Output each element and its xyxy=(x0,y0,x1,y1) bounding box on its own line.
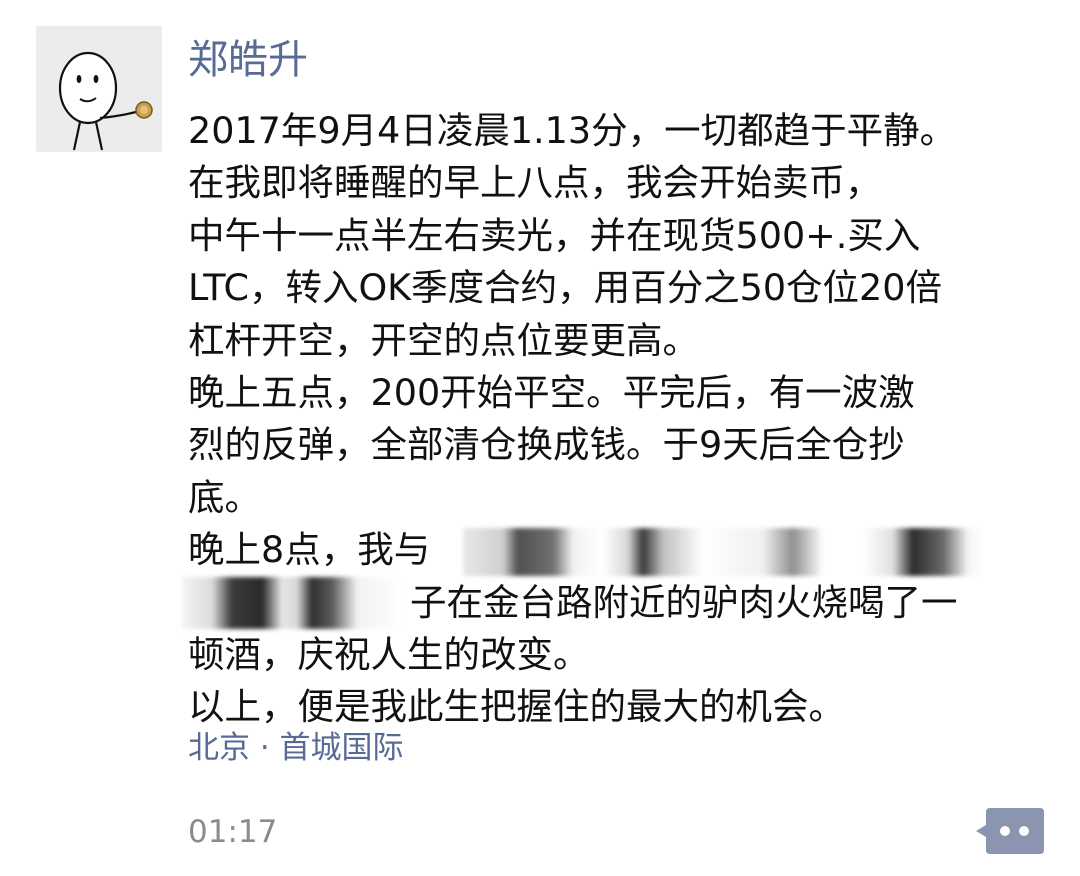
post-line-censored-1: 晚上8点，我与 xyxy=(188,524,1068,577)
post-line: 底。 xyxy=(188,475,261,519)
post-line: 杠杆开空，开空的点位要更高。 xyxy=(188,318,699,362)
post-timestamp: 01:17 xyxy=(188,814,278,850)
author-name[interactable]: 郑皓升 xyxy=(188,30,308,90)
post-line-text: 晚上8点，我与 xyxy=(188,528,431,572)
post-line: 烈的反弹，全部清仓换成钱。于9天后全仓抄 xyxy=(188,423,905,467)
post-line: 在我即将睡醒的早上八点，我会开始卖币， xyxy=(188,161,882,205)
post-line: 晚上五点，200开始平空。平完后，有一波激 xyxy=(188,370,915,414)
more-actions-button[interactable] xyxy=(976,808,1044,854)
author-avatar[interactable] xyxy=(36,26,162,152)
post-text: 2017年9月4日凌晨1.13分，一切都趋于平静。 在我即将睡醒的早上八点，我会… xyxy=(182,105,1068,734)
mosaic-redaction xyxy=(182,576,402,629)
post-line: 中午十一点半左右卖光，并在现货500+.买入 xyxy=(188,213,921,257)
post-line: LTC，转入OK季度合约，用百分之50仓位20倍 xyxy=(188,266,943,310)
post-line-censored-2: 子在金台路附近的驴肉火烧喝了一 xyxy=(182,576,1068,629)
post-line: 2017年9月4日凌晨1.13分，一切都趋于平静。 xyxy=(188,109,957,152)
cartoon-avatar-icon xyxy=(36,26,162,152)
post-line-text: 子在金台路附近的驴肉火烧喝了一 xyxy=(410,580,958,624)
post-line: 顿酒，庆祝人生的改变。 xyxy=(188,632,590,676)
location-link[interactable]: 北京 · 首城国际 xyxy=(188,723,404,773)
more-dots-icon xyxy=(976,808,1044,854)
mosaic-redaction xyxy=(463,528,983,577)
